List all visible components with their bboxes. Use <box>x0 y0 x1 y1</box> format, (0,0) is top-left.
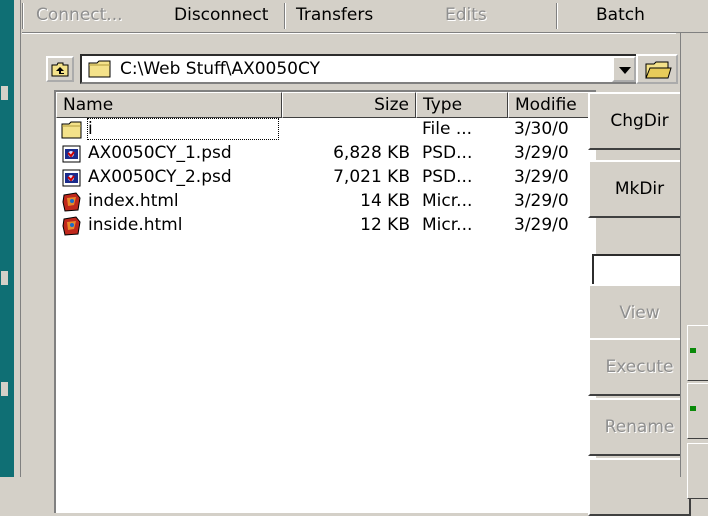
file-name: index.html <box>88 191 179 211</box>
file-row[interactable]: AX0050CY_2.psd 7,021 KB PSD... 3/29/0 <box>56 166 596 190</box>
execute-button[interactable]: Execute <box>588 338 691 396</box>
file-type: PSD... <box>422 167 473 187</box>
menu-separator <box>284 3 285 29</box>
file-size: 7,021 KB <box>333 167 410 187</box>
transfers-menu-item[interactable]: Transfers <box>296 5 373 25</box>
psd-file-icon <box>61 144 83 164</box>
menu-separator <box>22 3 23 29</box>
folder-icon <box>88 60 111 78</box>
menu-separator <box>556 3 557 29</box>
toolbar-menu: Connect... Disconnect Transfers Edits Ba… <box>22 0 708 33</box>
up-folder-icon <box>51 62 69 77</box>
transfer-left-button[interactable] <box>687 325 708 381</box>
column-header-modified[interactable]: Modifie <box>508 92 596 118</box>
file-modified: 3/30/0 <box>514 119 569 139</box>
arrow-right-icon <box>690 406 696 411</box>
file-name: AX0050CY_1.psd <box>88 143 232 163</box>
rename-button[interactable]: Rename <box>588 398 691 456</box>
batch-menu-item[interactable]: Batch <box>596 5 645 25</box>
file-modified: 3/29/0 <box>514 215 569 235</box>
up-directory-button[interactable] <box>46 56 74 82</box>
html-file-icon <box>61 192 83 212</box>
file-row[interactable]: AX0050CY_1.psd 6,828 KB PSD... 3/29/0 <box>56 142 596 166</box>
left-window-edge <box>0 0 14 477</box>
mkdir-button[interactable]: MkDir <box>588 160 691 218</box>
file-modified: 3/29/0 <box>514 191 569 211</box>
file-modified: 3/29/0 <box>514 167 569 187</box>
file-name: AX0050CY_2.psd <box>88 167 232 187</box>
file-size: 14 KB <box>360 191 410 211</box>
file-modified: 3/29/0 <box>514 143 569 163</box>
panel-frame <box>14 0 21 477</box>
file-name: i <box>87 118 279 140</box>
column-header-size[interactable]: Size <box>282 92 416 118</box>
chevron-down-icon[interactable] <box>612 56 636 82</box>
edge-notch <box>1 271 8 285</box>
path-dropdown[interactable]: C:\Web Stuff\AX0050CY <box>80 54 638 84</box>
file-type: File ... <box>422 119 473 139</box>
file-row[interactable]: index.html 14 KB Micr... 3/29/0 <box>56 190 596 214</box>
connect-menu-item[interactable]: Connect... <box>36 5 123 25</box>
file-type: PSD... <box>422 143 473 163</box>
file-list[interactable]: Name Size Type Modifie i File ... 3/30/0 AX… <box>54 90 596 513</box>
file-row[interactable]: i File ... 3/30/0 <box>56 118 596 142</box>
edits-menu-item[interactable]: Edits <box>445 5 487 25</box>
html-file-icon <box>61 216 83 236</box>
folder-icon <box>61 120 83 140</box>
edge-notch <box>1 86 8 100</box>
arrow-left-icon <box>690 348 696 353</box>
view-button[interactable]: View <box>588 284 691 342</box>
column-header-type[interactable]: Type <box>416 92 508 118</box>
column-header-name[interactable]: Name <box>56 92 282 118</box>
file-row[interactable]: inside.html 12 KB Micr... 3/29/0 <box>56 214 596 238</box>
local-file-panel: C:\Web Stuff\AX0050CY Name Size Type Mod… <box>22 33 691 516</box>
transfer-controls-strip <box>680 33 708 499</box>
file-type: Micr... <box>422 215 473 235</box>
file-size: 12 KB <box>360 215 410 235</box>
path-text: C:\Web Stuff\AX0050CY <box>120 59 320 79</box>
edge-notch <box>1 382 8 396</box>
options-button[interactable] <box>687 443 708 499</box>
delete-button[interactable] <box>588 458 691 516</box>
chgdir-button[interactable]: ChgDir <box>588 92 691 150</box>
browse-folder-button[interactable] <box>636 54 678 84</box>
psd-file-icon <box>61 168 83 188</box>
disconnect-menu-item[interactable]: Disconnect <box>174 5 268 25</box>
transfer-right-button[interactable] <box>687 383 708 439</box>
open-folder-icon <box>645 61 672 79</box>
file-type: Micr... <box>422 191 473 211</box>
file-size: 6,828 KB <box>333 143 410 163</box>
file-name: inside.html <box>88 215 183 235</box>
